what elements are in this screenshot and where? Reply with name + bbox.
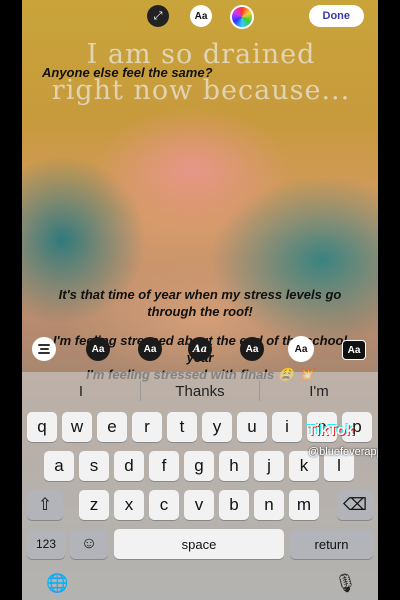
suggestion-item[interactable]: I bbox=[22, 383, 140, 400]
key-m[interactable]: m bbox=[289, 490, 319, 520]
globe-icon[interactable]: 🌐 bbox=[46, 573, 68, 594]
return-key[interactable]: return bbox=[290, 529, 373, 559]
key-q[interactable]: q bbox=[27, 412, 57, 442]
key-n[interactable]: n bbox=[254, 490, 284, 520]
microphone-icon[interactable]: 🎙 bbox=[334, 573, 357, 594]
font-style-option[interactable]: Aa bbox=[342, 340, 366, 360]
text-align-icon[interactable] bbox=[32, 337, 56, 361]
editor-toolbar: ⤢ Aa Done bbox=[22, 5, 378, 29]
key-z[interactable]: z bbox=[79, 490, 109, 520]
suggestion-item[interactable]: Thanks bbox=[141, 383, 259, 400]
key-e[interactable]: e bbox=[97, 412, 127, 442]
key-f[interactable]: f bbox=[149, 451, 179, 481]
font-style-option[interactable]: Aa bbox=[138, 337, 162, 361]
done-button[interactable]: Done bbox=[308, 5, 364, 27]
numbers-key[interactable]: 123 bbox=[27, 529, 65, 559]
key-a[interactable]: a bbox=[44, 451, 74, 481]
key-w[interactable]: w bbox=[62, 412, 92, 442]
key-g[interactable]: g bbox=[184, 451, 214, 481]
tiktok-logo: TikTok bbox=[307, 422, 354, 439]
font-style-bar: Aa Aa Aa Aa Aa Aa bbox=[22, 336, 378, 362]
watermark-username: @bluefeverapp bbox=[308, 446, 378, 458]
suggestion-bar: I Thanks I'm bbox=[22, 372, 378, 410]
shift-icon[interactable]: ⇧ bbox=[27, 490, 63, 520]
key-c[interactable]: c bbox=[149, 490, 179, 520]
key-y[interactable]: y bbox=[202, 412, 232, 442]
key-j[interactable]: j bbox=[254, 451, 284, 481]
story-editor-screen: ⤢ Aa Done I am so drained right now beca… bbox=[22, 0, 378, 600]
story-text[interactable]: It's that time of year when my stress le… bbox=[44, 286, 356, 320]
font-style-option[interactable]: Aa bbox=[240, 337, 264, 361]
resize-icon[interactable]: ⤢ bbox=[147, 5, 169, 27]
on-screen-keyboard: I Thanks I'm q w e r t y u i o p a s d f… bbox=[22, 372, 378, 600]
story-text[interactable]: Anyone else feel the same? bbox=[42, 64, 288, 81]
key-i[interactable]: i bbox=[272, 412, 302, 442]
backspace-icon[interactable]: ⌫ bbox=[337, 490, 373, 520]
key-r[interactable]: r bbox=[132, 412, 162, 442]
font-style-option[interactable]: Aa bbox=[86, 337, 110, 361]
key-h[interactable]: h bbox=[219, 451, 249, 481]
key-u[interactable]: u bbox=[237, 412, 267, 442]
font-toggle-button[interactable]: Aa bbox=[190, 5, 212, 27]
key-b[interactable]: b bbox=[219, 490, 249, 520]
key-v[interactable]: v bbox=[184, 490, 214, 520]
key-x[interactable]: x bbox=[114, 490, 144, 520]
font-style-option-selected[interactable]: Aa bbox=[288, 336, 314, 362]
color-wheel-icon[interactable] bbox=[230, 5, 254, 29]
key-d[interactable]: d bbox=[114, 451, 144, 481]
key-t[interactable]: t bbox=[167, 412, 197, 442]
keyboard-bottom-row: 🌐 🎙 bbox=[22, 568, 378, 600]
key-s[interactable]: s bbox=[79, 451, 109, 481]
font-style-option[interactable]: Aa bbox=[188, 337, 212, 361]
suggestion-item[interactable]: I'm bbox=[260, 383, 378, 400]
space-key[interactable]: space bbox=[114, 529, 284, 559]
emoji-icon[interactable]: ☺ bbox=[70, 529, 108, 559]
